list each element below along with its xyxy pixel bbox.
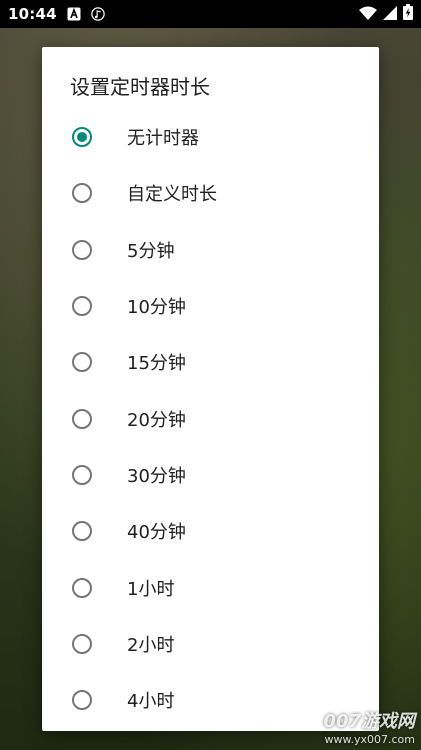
timer-option[interactable]: 40分钟 [42, 503, 379, 559]
status-right-icons [359, 4, 413, 24]
timer-option-label: 4小时 [127, 691, 175, 713]
timer-option-label: 20分钟 [127, 409, 186, 431]
signal-icon [383, 5, 397, 24]
timer-option-label: 1小时 [127, 578, 175, 600]
timer-option-label: 40分钟 [127, 522, 186, 544]
timer-option[interactable]: 30分钟 [42, 447, 379, 503]
battery-icon [403, 4, 413, 24]
screen: 10:44 设置定时器时长 无计时器 自定义时长 5分钟 10分钟 15分钟 2… [0, 0, 421, 750]
radio-unchecked-icon[interactable] [72, 352, 92, 373]
dialog-title: 设置定时器时长 [70, 75, 210, 99]
radio-unchecked-icon[interactable] [72, 690, 92, 711]
radio-unchecked-icon[interactable] [72, 633, 92, 654]
music-icon [91, 7, 105, 21]
radio-unchecked-icon[interactable] [72, 521, 92, 542]
notification-a-icon [67, 7, 81, 21]
radio-unchecked-icon[interactable] [72, 296, 92, 317]
watermark: 007游戏网 www.yx007.com [323, 707, 415, 746]
radio-unchecked-icon[interactable] [72, 577, 92, 598]
timer-option-label: 10分钟 [127, 297, 186, 319]
radio-unchecked-icon[interactable] [72, 464, 92, 485]
radio-unchecked-icon[interactable] [72, 183, 92, 204]
timer-option-label: 自定义时长 [127, 184, 217, 206]
timer-option[interactable]: 10分钟 [42, 278, 379, 334]
timer-option-label: 5分钟 [127, 240, 175, 262]
timer-option[interactable]: 2小时 [42, 616, 379, 672]
status-bar: 10:44 [0, 0, 421, 28]
timer-options-list: 无计时器自定义时长 5分钟 10分钟 15分钟 20分钟 30分钟 40分钟 1小时 2小时 4小… [42, 109, 379, 728]
timer-option[interactable]: 自定义时长 [42, 165, 379, 221]
radio-unchecked-icon[interactable] [72, 408, 92, 429]
timer-option[interactable]: 无计时器 [42, 109, 379, 165]
watermark-url: www.yx007.com [324, 733, 415, 746]
timer-option[interactable]: 20分钟 [42, 390, 379, 446]
status-time: 10:44 [8, 5, 57, 23]
wifi-icon [359, 5, 377, 24]
timer-option-label: 2小时 [127, 634, 175, 656]
watermark-title: 007游戏网 [323, 711, 415, 732]
timer-option-label: 30分钟 [127, 465, 186, 487]
timer-option[interactable]: 5分钟 [42, 222, 379, 278]
timer-option[interactable]: 1小时 [42, 559, 379, 615]
timer-duration-dialog: 设置定时器时长 无计时器自定义时长 5分钟 10分钟 15分钟 20分钟 30分钟 40分钟… [42, 47, 379, 731]
timer-option[interactable]: 15分钟 [42, 334, 379, 390]
radio-unchecked-icon[interactable] [72, 239, 92, 260]
radio-checked-icon[interactable] [72, 127, 92, 148]
timer-option-label: 无计时器 [127, 128, 199, 150]
timer-option-label: 15分钟 [127, 353, 186, 375]
